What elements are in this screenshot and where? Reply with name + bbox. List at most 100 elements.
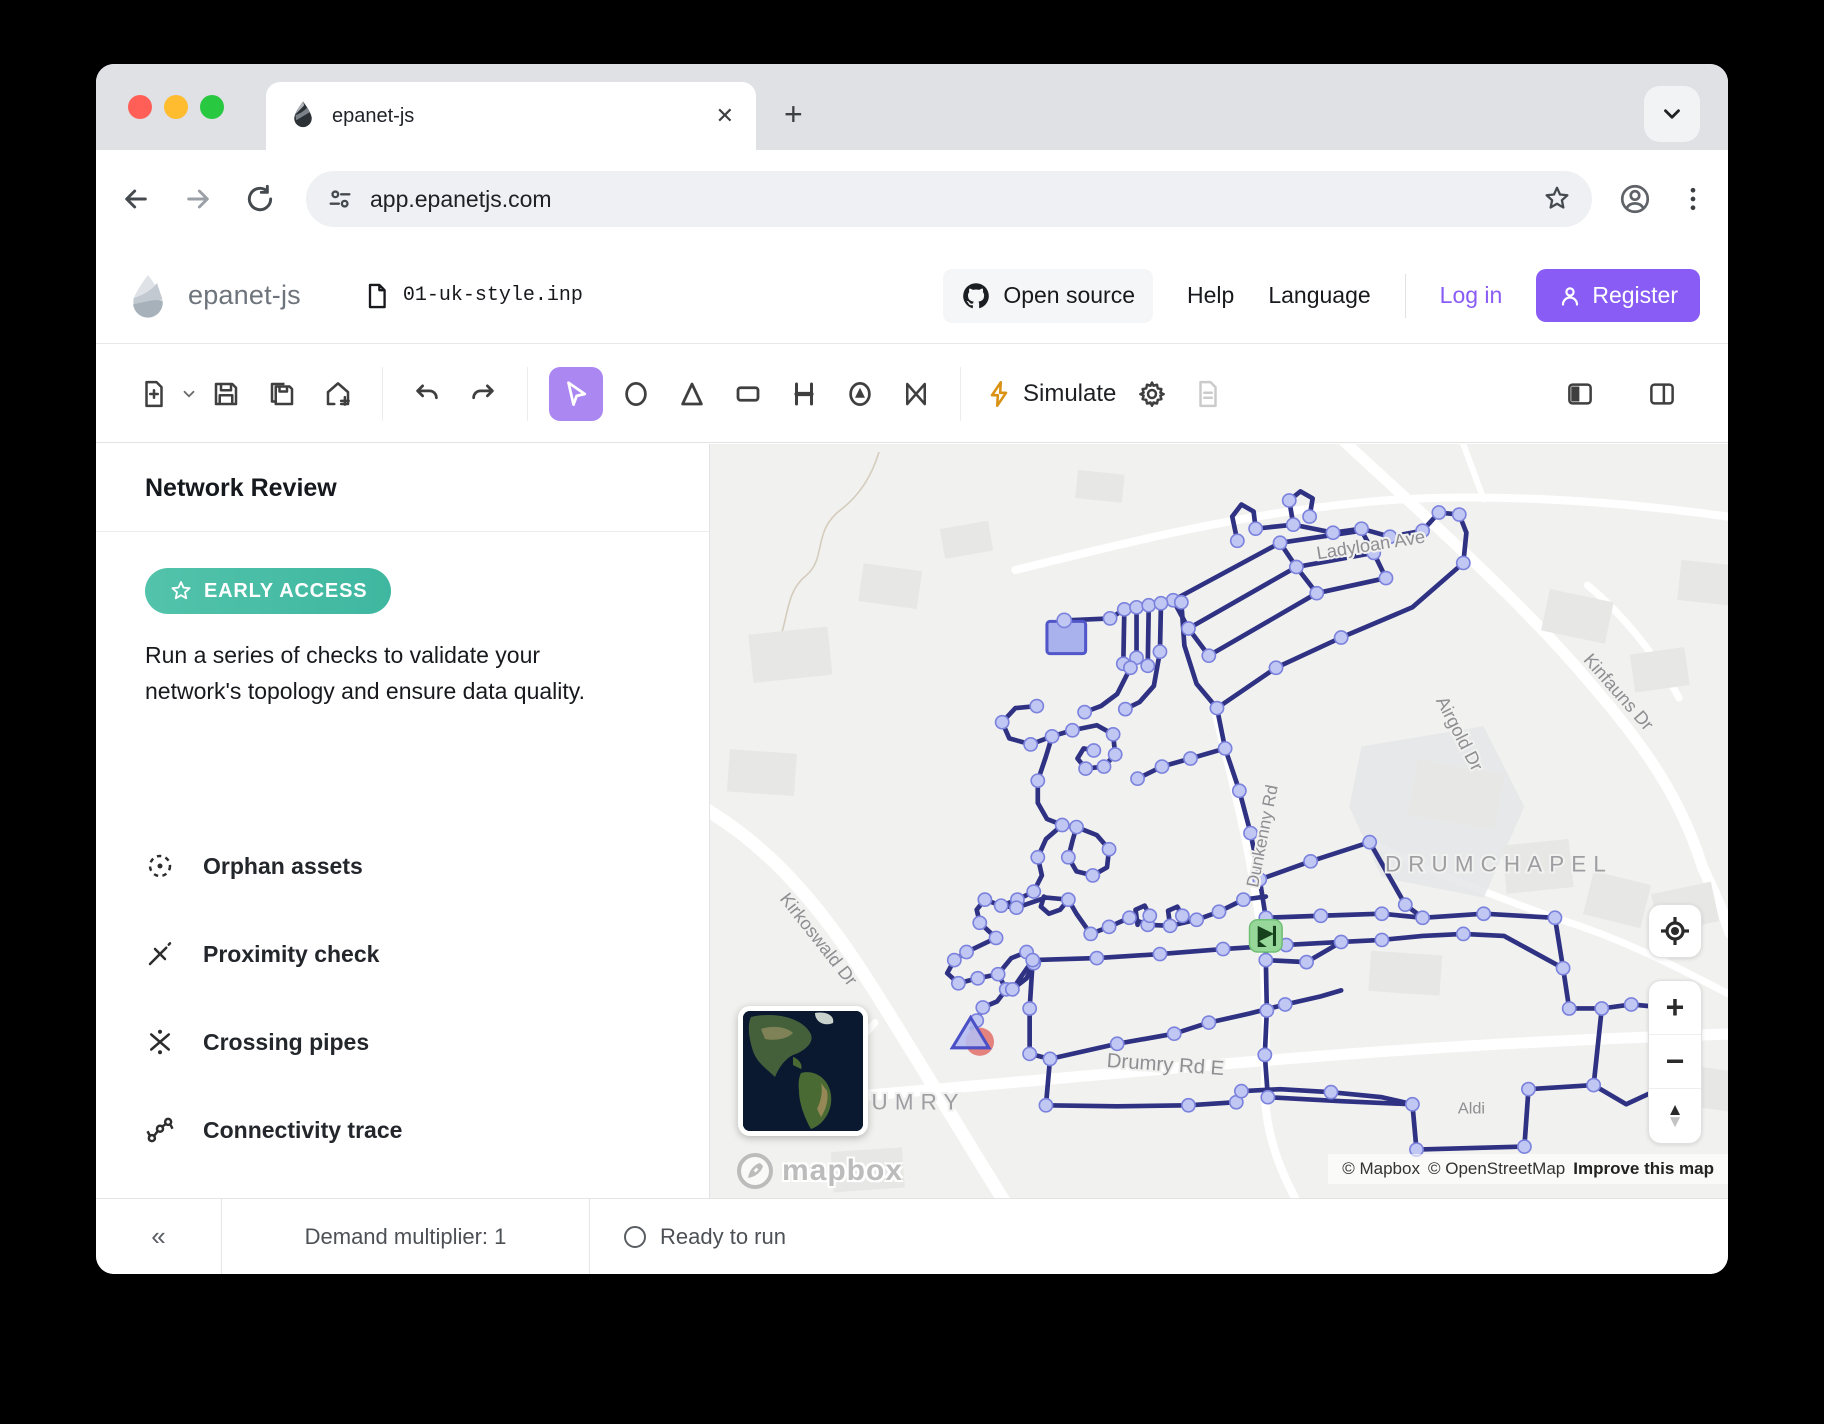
- forward-button[interactable]: [176, 177, 220, 221]
- tank-tool-button[interactable]: [725, 371, 771, 417]
- check-item-label: Connectivity trace: [203, 1117, 402, 1144]
- undo-button[interactable]: [404, 371, 450, 417]
- attribution-osm[interactable]: © OpenStreetMap: [1428, 1159, 1565, 1179]
- select-tool-button[interactable]: [549, 367, 603, 421]
- zoom-out-button[interactable]: −: [1649, 1035, 1701, 1089]
- valve-tool-button[interactable]: [893, 371, 939, 417]
- url-text[interactable]: app.epanetjs.com: [370, 186, 1542, 213]
- pump-tool-button[interactable]: [837, 371, 883, 417]
- settings-button[interactable]: [1129, 371, 1175, 417]
- minimap-globe[interactable]: [738, 1006, 868, 1136]
- mapbox-icon: [736, 1152, 774, 1190]
- panel-title: Network Review: [96, 444, 709, 503]
- url-bar[interactable]: app.epanetjs.com: [306, 171, 1592, 227]
- language-link[interactable]: Language: [1268, 282, 1370, 309]
- early-access-badge: EARLY ACCESS: [145, 568, 391, 614]
- app-brand: epanet-js: [124, 272, 301, 320]
- person-icon: [1558, 284, 1582, 308]
- bookmark-star-icon[interactable]: [1542, 184, 1572, 214]
- pump-icon: [845, 379, 875, 409]
- zoom-controls: + − ▲▼: [1648, 980, 1702, 1144]
- site-settings-icon[interactable]: [326, 185, 354, 213]
- save-button[interactable]: [203, 371, 249, 417]
- check-item-orphan-assets[interactable]: Orphan assets: [145, 836, 363, 896]
- check-item-connectivity-trace[interactable]: Connectivity trace: [145, 1100, 402, 1160]
- tab-search-button[interactable]: [1644, 86, 1700, 142]
- tab-title: epanet-js: [332, 105, 716, 128]
- svg-text:DRUMCHAPEL: DRUMCHAPEL: [1385, 851, 1613, 876]
- triangle-icon: [677, 379, 707, 409]
- pipe-tool-button[interactable]: [781, 371, 827, 417]
- pipe-icon: [789, 379, 819, 409]
- new-file-menu-chevron-icon[interactable]: [180, 385, 198, 403]
- mapbox-logo[interactable]: mapbox: [736, 1152, 903, 1190]
- map-attribution: © Mapbox © OpenStreetMap Improve this ma…: [1328, 1154, 1728, 1184]
- panel-left-icon: [1565, 379, 1595, 409]
- status-text: Ready to run: [660, 1224, 786, 1250]
- toggle-left-panel-button[interactable]: [1557, 371, 1603, 417]
- report-button[interactable]: [1185, 371, 1231, 417]
- file-icon: [363, 282, 391, 310]
- register-label: Register: [1592, 282, 1678, 309]
- simulation-status: Ready to run: [590, 1199, 820, 1274]
- simulate-label: Simulate: [1023, 380, 1116, 408]
- check-item-label: Crossing pipes: [203, 1029, 369, 1056]
- maximize-window-button[interactable]: [200, 95, 224, 119]
- back-button[interactable]: [114, 177, 158, 221]
- minimize-window-button[interactable]: [164, 95, 188, 119]
- tab-favicon-drop-icon: [288, 99, 318, 134]
- tab-close-icon[interactable]: ✕: [716, 103, 734, 129]
- register-button[interactable]: Register: [1536, 269, 1700, 322]
- valve-icon: [901, 379, 931, 409]
- save-copy-button[interactable]: [259, 371, 305, 417]
- zoom-in-button[interactable]: +: [1649, 981, 1701, 1035]
- browser-window: epanet-js ✕ + app.epanetjs.com: [96, 64, 1728, 1274]
- collapse-statusbar-button[interactable]: «: [96, 1199, 222, 1274]
- star-icon: [169, 579, 193, 603]
- network-review-panel: Network Review EARLY ACCESS Run a series…: [96, 444, 710, 1198]
- check-item-label: Proximity check: [203, 941, 379, 968]
- browser-menu-icon[interactable]: [1678, 184, 1708, 214]
- reload-button[interactable]: [238, 177, 282, 221]
- simulate-button[interactable]: Simulate: [985, 380, 1116, 408]
- browser-navbar: app.epanetjs.com: [96, 150, 1728, 248]
- crossing-pipes-icon: [145, 1027, 175, 1057]
- junction-tool-button[interactable]: [613, 371, 659, 417]
- toggle-right-panel-button[interactable]: [1639, 371, 1685, 417]
- login-link[interactable]: Log in: [1440, 282, 1503, 309]
- check-item-crossing-pipes[interactable]: Crossing pipes: [145, 1012, 369, 1072]
- demand-multiplier[interactable]: Demand multiplier: 1: [222, 1199, 590, 1274]
- close-window-button[interactable]: [128, 95, 152, 119]
- new-file-button[interactable]: [131, 371, 177, 417]
- save-to-cloud-button[interactable]: [315, 371, 361, 417]
- geolocate-button[interactable]: [1648, 904, 1702, 958]
- panel-description: Run a series of checks to validate your …: [145, 638, 625, 709]
- panel-divider: [96, 531, 709, 532]
- connectivity-trace-icon: [145, 1115, 175, 1145]
- tab-strip: epanet-js ✕ +: [96, 64, 1728, 150]
- gear-icon: [1137, 379, 1167, 409]
- open-source-label: Open source: [1003, 282, 1135, 309]
- pitch-toggle-button[interactable]: ▲▼: [1649, 1089, 1701, 1143]
- map-canvas[interactable]: Ladyloan AveKinfauns DrAirgold DrDunkenn…: [710, 444, 1728, 1198]
- chevron-down-icon: [1659, 101, 1685, 127]
- cursor-icon: [561, 379, 591, 409]
- redo-button[interactable]: [460, 371, 506, 417]
- profile-avatar-icon[interactable]: [1618, 182, 1652, 216]
- file-chip[interactable]: 01-uk-style.inp: [363, 282, 583, 310]
- check-item-label: Orphan assets: [203, 853, 363, 880]
- check-item-proximity-check[interactable]: Proximity check: [145, 924, 379, 984]
- improve-map-link[interactable]: Improve this map: [1573, 1159, 1714, 1179]
- early-access-label: EARLY ACCESS: [204, 580, 367, 603]
- browser-tab[interactable]: epanet-js ✕: [266, 82, 756, 150]
- reservoir-tool-button[interactable]: [669, 371, 715, 417]
- new-tab-button[interactable]: +: [784, 98, 803, 130]
- panel-right-icon: [1647, 379, 1677, 409]
- status-ring-icon: [624, 1226, 646, 1248]
- document-icon: [1193, 379, 1223, 409]
- help-link[interactable]: Help: [1187, 282, 1234, 309]
- open-source-button[interactable]: Open source: [943, 269, 1153, 323]
- brand-name: epanet-js: [188, 280, 301, 311]
- file-name: 01-uk-style.inp: [403, 284, 583, 307]
- attribution-mapbox[interactable]: © Mapbox: [1342, 1159, 1420, 1179]
